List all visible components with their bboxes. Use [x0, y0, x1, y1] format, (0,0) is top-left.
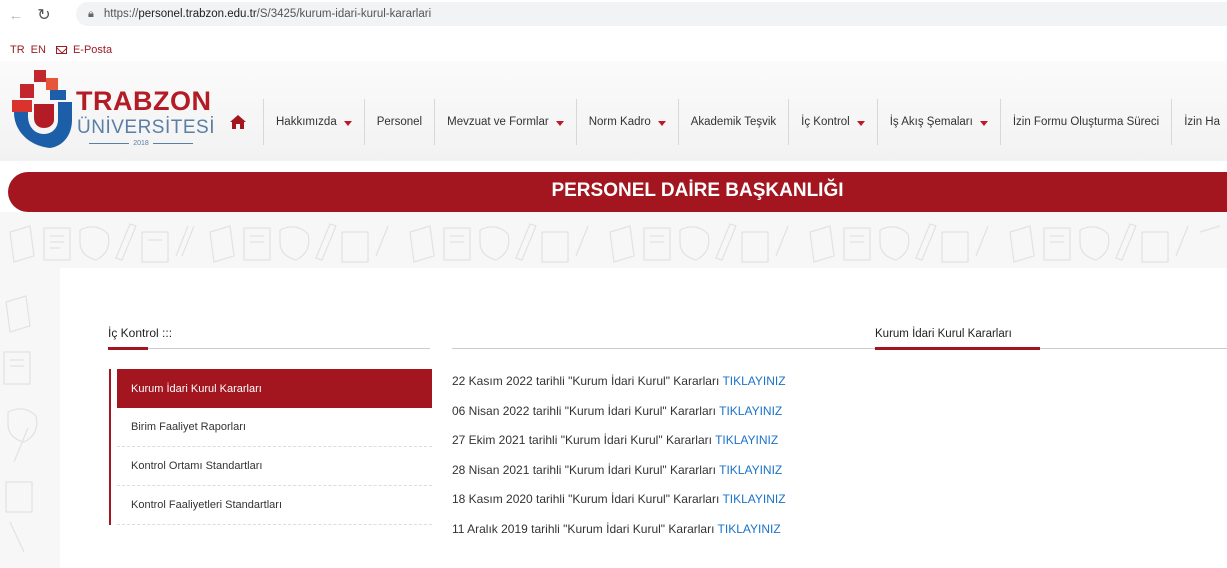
logo-mark-icon	[12, 70, 72, 148]
sidebar-title-divider	[108, 347, 430, 350]
lang-en-link[interactable]: EN	[31, 44, 46, 56]
logo-year: 2018	[82, 140, 200, 147]
banner-title: PERSONEL DAİRE BAŞKANLIĞI	[551, 180, 844, 201]
utility-bar: TR EN E-Posta	[0, 39, 1227, 61]
list-item: 28 Nisan 2021 tarihli "Kurum İdari Kurul…	[452, 462, 783, 477]
sidebar-item-birim-faaliyet-raporlari[interactable]: Birim Faaliyet Raporları	[117, 408, 432, 447]
caret-down-icon	[856, 120, 865, 126]
nav-norm-kadro[interactable]: Norm Kadro	[577, 99, 679, 145]
caret-down-icon	[979, 120, 988, 126]
nav-akademik-tesvik[interactable]: Akademik Teşvik	[679, 99, 790, 145]
tiklayiniz-link[interactable]: TIKLAYINIZ	[719, 404, 782, 418]
page-title: Kurum İdari Kurul Kararları	[875, 328, 1012, 340]
university-logo[interactable]: TRABZON ÜNİVERSİTESİ 2018	[10, 70, 214, 150]
logo-title: TRABZON	[76, 86, 212, 116]
main-navigation: Hakkımızda Personel Mevzuat ve Formlar N…	[213, 99, 1227, 145]
site-info-icon[interactable]: 🔒︎	[88, 8, 94, 21]
sidebar-item-kontrol-ortami-standartlari[interactable]: Kontrol Ortamı Standartları	[117, 447, 432, 486]
nav-izin-ha[interactable]: İzin Ha	[1172, 99, 1227, 145]
nav-hakkimizda[interactable]: Hakkımızda	[264, 99, 365, 145]
nav-personel[interactable]: Personel	[365, 99, 436, 145]
list-item: 06 Nisan 2022 tarihli "Kurum İdari Kurul…	[452, 403, 783, 418]
home-button[interactable]	[213, 99, 264, 145]
page-banner: PERSONEL DAİRE BAŞKANLIĞI	[8, 172, 1227, 212]
back-icon[interactable]: ←	[6, 7, 26, 24]
browser-toolbar: ← ↻ 🔒︎ https://personel.trabzon.edu.tr/S…	[0, 0, 1227, 30]
tiklayiniz-link[interactable]: TIKLAYINIZ	[718, 522, 781, 536]
sidebar-item-kontrol-faaliyetleri-standartlari[interactable]: Kontrol Faaliyetleri Standartları	[117, 486, 432, 525]
reload-icon[interactable]: ↻	[34, 5, 54, 25]
content-panel: İç Kontrol ::: Kurum İdari Kurul Kararla…	[60, 268, 1227, 568]
url-text: https://personel.trabzon.edu.tr/S/3425/k…	[103, 8, 432, 20]
tiklayiniz-link[interactable]: TIKLAYINIZ	[715, 433, 778, 447]
mail-icon	[55, 46, 67, 54]
list-item: 11 Aralık 2019 tarihli "Kurum İdari Kuru…	[452, 521, 781, 536]
list-item: 22 Kasım 2022 tarihli "Kurum İdari Kurul…	[452, 374, 786, 388]
list-item: 27 Ekim 2021 tarihli "Kurum İdari Kurul"…	[452, 433, 779, 448]
nav-izin-formu[interactable]: İzin Formu Oluşturma Süreci	[1001, 99, 1173, 145]
sidebar-title: İç Kontrol :::	[108, 326, 173, 340]
decision-list: 22 Kasım 2022 tarihli "Kurum İdari Kurul…	[452, 374, 786, 552]
lang-tr-link[interactable]: TR	[10, 44, 25, 56]
tiklayiniz-link[interactable]: TIKLAYINIZ	[719, 463, 782, 477]
address-bar[interactable]: 🔒︎ https://personel.trabzon.edu.tr/S/342…	[76, 2, 1227, 26]
logo-subtitle: ÜNİVERSİTESİ	[77, 117, 215, 138]
nav-ic-kontrol[interactable]: İç Kontrol	[789, 99, 878, 145]
caret-down-icon	[343, 120, 352, 126]
sidebar-menu: Kurum İdari Kurul Kararları Birim Faaliy…	[109, 369, 432, 525]
tiklayiniz-link[interactable]: TIKLAYINIZ	[722, 492, 785, 506]
nav-is-akis[interactable]: İş Akış Şemaları	[878, 99, 1001, 145]
home-icon	[230, 115, 246, 129]
list-item: 18 Kasım 2020 tarihli "Kurum İdari Kurul…	[452, 492, 786, 507]
sidebar-item-kurum-idari-kurul-kararlari[interactable]: Kurum İdari Kurul Kararları	[117, 369, 432, 408]
tiklayiniz-link[interactable]: TIKLAYINIZ	[722, 374, 785, 388]
caret-down-icon	[657, 120, 666, 126]
page-title-divider	[452, 347, 1227, 350]
caret-down-icon	[555, 120, 564, 126]
email-link[interactable]: E-Posta	[52, 44, 118, 56]
nav-mevzuat[interactable]: Mevzuat ve Formlar	[435, 99, 577, 145]
